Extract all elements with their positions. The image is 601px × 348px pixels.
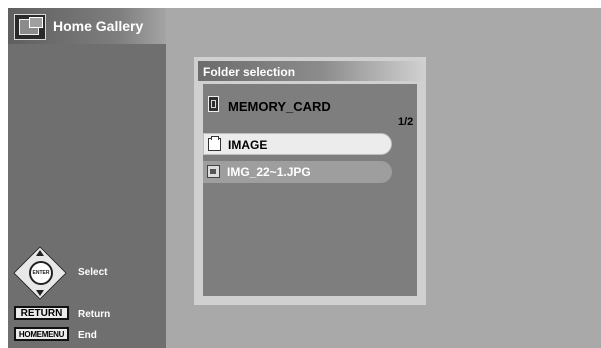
page-indicator: 1/2 bbox=[398, 116, 414, 128]
folder-list-panel bbox=[203, 84, 417, 296]
image-file-icon bbox=[207, 165, 220, 178]
folder-icon bbox=[208, 136, 221, 151]
select-hint-label: Select bbox=[78, 267, 108, 278]
dialog-title: Folder selection bbox=[203, 65, 296, 79]
gallery-icon bbox=[14, 14, 46, 40]
list-item-image-folder[interactable]: IMAGE bbox=[203, 133, 392, 155]
return-hint-label: Return bbox=[78, 309, 111, 320]
list-item-label: IMG_22~1.JPG bbox=[227, 165, 311, 179]
list-item-image-file[interactable]: IMG_22~1.JPG bbox=[203, 161, 392, 183]
homemenu-key-icon: HOMEMENU bbox=[14, 327, 69, 341]
current-location-label: MEMORY_CARD bbox=[228, 99, 331, 114]
arrow-down-icon bbox=[36, 290, 44, 296]
end-hint-label: End bbox=[78, 330, 97, 341]
arrow-up-icon bbox=[36, 250, 44, 256]
sidebar bbox=[8, 8, 166, 348]
list-item-label: IMAGE bbox=[228, 138, 268, 152]
return-key-icon: RETURN bbox=[14, 306, 69, 320]
memory-card-icon bbox=[208, 96, 219, 112]
app-title: Home Gallery bbox=[53, 18, 144, 34]
enter-button-icon: ENTER bbox=[29, 261, 53, 285]
